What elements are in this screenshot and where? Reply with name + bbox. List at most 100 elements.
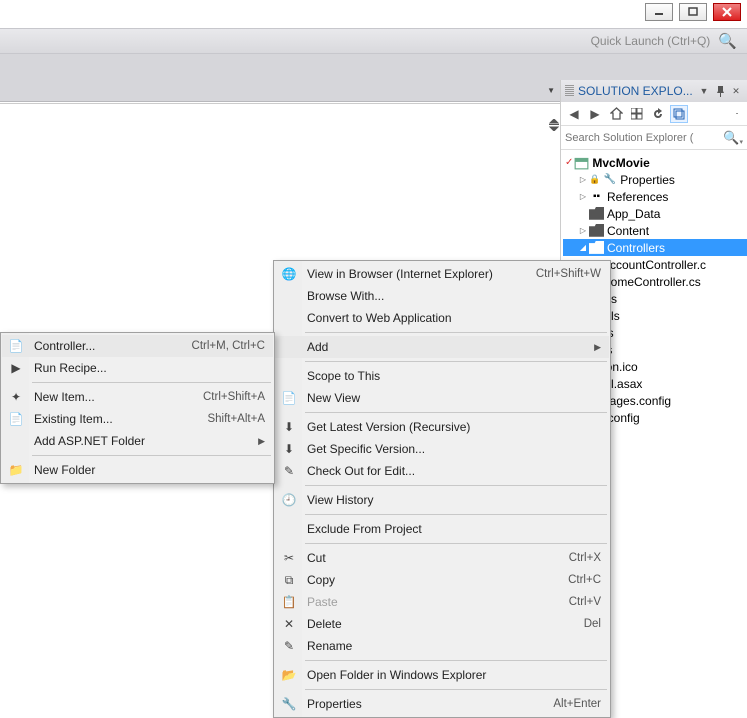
get-latest-icon: ⬇ — [280, 418, 298, 436]
context-menu: 🌐 View in Browser (Internet Explorer) Ct… — [273, 260, 611, 718]
overflow-icon[interactable]: ·· — [729, 107, 743, 121]
menu-run-recipe[interactable]: ▶ Run Recipe... — [2, 357, 273, 379]
tree-references[interactable]: ▷ ▪▪ References — [563, 188, 747, 205]
maximize-button[interactable] — [679, 3, 707, 21]
tree-content[interactable]: ▷ Content — [563, 222, 747, 239]
separator — [305, 660, 607, 661]
tree-controllers[interactable]: ◢ Controllers — [563, 239, 747, 256]
tree-label: Controllers — [607, 241, 665, 255]
rename-icon: ✎ — [280, 637, 298, 655]
menu-exclude[interactable]: Exclude From Project — [275, 518, 609, 540]
tree-label: AccountController.c — [602, 258, 706, 272]
menu-new-folder[interactable]: 📁 New Folder — [2, 459, 273, 481]
menu-rename[interactable]: ✎ Rename — [275, 635, 609, 657]
folder-icon — [589, 207, 604, 221]
expand-icon[interactable]: ◢ — [578, 243, 588, 252]
menu-new-item[interactable]: ✦ New Item... Ctrl+Shift+A — [2, 386, 273, 408]
browser-icon: 🌐 — [280, 265, 298, 283]
menu-convert[interactable]: Convert to Web Application — [275, 307, 609, 329]
new-item-icon: ✦ — [7, 388, 25, 406]
controller-icon: 📄 — [7, 337, 25, 355]
tree-label: App_Data — [607, 207, 660, 221]
separator — [32, 455, 271, 456]
solution-explorer-titlebar[interactable]: SOLUTION EXPLO... ▼ ✕ — [561, 80, 747, 102]
new-folder-icon: 📁 — [7, 461, 25, 479]
separator — [305, 485, 607, 486]
nav-back-button[interactable]: ◀ — [565, 105, 583, 123]
menu-add[interactable]: Add ▶ — [275, 336, 609, 358]
submenu-arrow-icon: ▶ — [594, 342, 601, 353]
menu-paste: 📋 Paste Ctrl+V — [275, 591, 609, 613]
get-specific-icon: ⬇ — [280, 440, 298, 458]
history-icon: 🕘 — [280, 491, 298, 509]
search-icon[interactable]: 🔍 — [723, 130, 743, 146]
separator — [305, 332, 607, 333]
solution-explorer-toolbar: ◀ ▶ ·· — [561, 102, 747, 126]
paste-icon: 📋 — [280, 593, 298, 611]
folder-icon — [589, 224, 604, 238]
menu-open-folder[interactable]: 📂 Open Folder in Windows Explorer — [275, 664, 609, 686]
solution-explorer-search[interactable]: 🔍 — [561, 126, 747, 150]
window-controls — [645, 3, 741, 21]
menu-view-in-browser[interactable]: 🌐 View in Browser (Internet Explorer) Ct… — [275, 263, 609, 285]
show-all-icon[interactable] — [670, 105, 688, 123]
context-submenu-add: 📄 Controller... Ctrl+M, Ctrl+C ▶ Run Rec… — [0, 332, 275, 484]
quick-launch-bar: Quick Launch (Ctrl+Q) 🔍 — [0, 28, 747, 54]
tree-label: MvcMovie — [592, 156, 649, 170]
menu-copy[interactable]: ⧉ Copy Ctrl+C — [275, 569, 609, 591]
tree-label: Content — [607, 224, 649, 238]
menu-browse-with[interactable]: Browse With... — [275, 285, 609, 307]
menu-cut[interactable]: ✂ Cut Ctrl+X — [275, 547, 609, 569]
menu-view-history[interactable]: 🕘 View History — [275, 489, 609, 511]
dropdown-icon[interactable]: ▼ — [547, 86, 555, 95]
menu-existing-item[interactable]: 📄 Existing Item... Shift+Alt+A — [2, 408, 273, 430]
panel-close-button[interactable]: ✕ — [729, 84, 743, 98]
menu-properties[interactable]: 🔧 Properties Alt+Enter — [275, 693, 609, 715]
tree-appdata[interactable]: App_Data — [563, 205, 747, 222]
menu-get-specific[interactable]: ⬇ Get Specific Version... — [275, 438, 609, 460]
menu-delete[interactable]: ✕ Delete Del — [275, 613, 609, 635]
tree-label: References — [607, 190, 668, 204]
tree-label: Properties — [620, 173, 675, 187]
separator — [305, 412, 607, 413]
copy-icon: ⧉ — [280, 571, 298, 589]
separator — [305, 514, 607, 515]
collapse-icon[interactable] — [628, 105, 646, 123]
folder-open-icon — [589, 241, 604, 255]
new-view-icon: 📄 — [280, 389, 298, 407]
expand-icon[interactable]: ▷ — [578, 192, 588, 201]
references-icon: ▪▪ — [589, 190, 604, 204]
minimize-button[interactable] — [645, 3, 673, 21]
tree-project[interactable]: ✓ MvcMovie — [563, 154, 747, 171]
separator — [32, 382, 271, 383]
search-icon[interactable]: 🔍 — [718, 32, 737, 50]
recipe-icon: ▶ — [7, 359, 25, 377]
expand-icon[interactable]: ▷ — [578, 175, 588, 184]
menu-scope[interactable]: Scope to This — [275, 365, 609, 387]
quick-launch-input[interactable]: Quick Launch (Ctrl+Q) — [591, 34, 711, 48]
nav-forward-button[interactable]: ▶ — [586, 105, 604, 123]
panel-menu-button[interactable]: ▼ — [697, 84, 711, 98]
solution-explorer-title: SOLUTION EXPLO... — [578, 84, 697, 98]
separator — [305, 543, 607, 544]
existing-item-icon: 📄 — [7, 410, 25, 428]
separator — [305, 361, 607, 362]
resize-handle-icon[interactable] — [549, 118, 559, 132]
menu-new-view[interactable]: 📄 New View — [275, 387, 609, 409]
menu-controller[interactable]: 📄 Controller... Ctrl+M, Ctrl+C — [2, 335, 273, 357]
lock-icon: 🔒 — [589, 174, 600, 185]
expand-icon[interactable]: ▷ — [578, 226, 588, 235]
solution-search-input[interactable] — [565, 132, 743, 144]
refresh-icon[interactable] — [649, 105, 667, 123]
menu-add-aspnet-folder[interactable]: Add ASP.NET Folder ▶ — [2, 430, 273, 452]
pin-icon[interactable] — [713, 84, 727, 98]
close-button[interactable] — [713, 3, 741, 21]
tree-label: HomeController.cs — [602, 275, 701, 289]
menu-get-latest[interactable]: ⬇ Get Latest Version (Recursive) — [275, 416, 609, 438]
home-icon[interactable] — [607, 105, 625, 123]
wrench-icon: 🔧 — [602, 173, 617, 187]
menu-check-out[interactable]: ✎ Check Out for Edit... — [275, 460, 609, 482]
check-out-icon: ✎ — [280, 462, 298, 480]
tree-properties[interactable]: ▷ 🔒 🔧 Properties — [563, 171, 747, 188]
separator — [305, 689, 607, 690]
